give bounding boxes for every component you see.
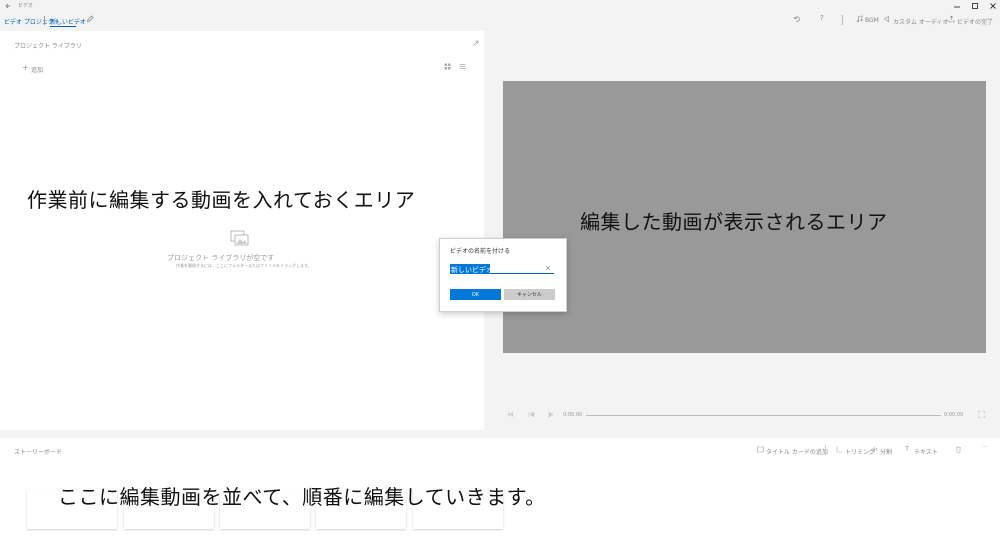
previous-frame-icon[interactable]: [528, 411, 535, 418]
window-title: ビデオ: [18, 3, 34, 9]
empty-library-hint: 作業を開始するには、ここにフォルダーまたはファイルをドラッグします。: [176, 263, 312, 268]
help-icon[interactable]: ?: [820, 14, 824, 22]
clear-input-icon[interactable]: [545, 265, 551, 271]
music-icon: [856, 15, 863, 23]
cancel-button[interactable]: キャンセル: [504, 289, 555, 300]
name-video-dialog: ビデオの名前を付ける 新しいビデオ OK キャンセル: [439, 238, 567, 312]
project-name: 新しいビデオ: [50, 19, 87, 26]
dialog-title: ビデオの名前を付ける: [450, 248, 511, 255]
empty-library-image-icon: [230, 230, 250, 247]
play-icon[interactable]: [547, 411, 554, 418]
more-icon[interactable]: ···: [986, 16, 992, 23]
add-title-card-button[interactable]: タイトル カードの追加: [766, 447, 828, 456]
video-name-value: 新しいビデオ: [451, 266, 493, 274]
maximize-icon[interactable]: [971, 2, 979, 10]
seek-bar[interactable]: [586, 415, 941, 416]
storyboard-annotation: ここに編集動画を並べて、順番に編集していきます。: [58, 485, 546, 509]
export-icon: [948, 15, 955, 23]
storyboard-title: ストーリーボード: [14, 449, 63, 456]
custom-audio-button[interactable]: カスタム オーディオ: [893, 17, 949, 26]
pencil-icon[interactable]: [86, 15, 94, 23]
trim-icon: [836, 446, 843, 453]
add-button[interactable]: 追加: [31, 65, 43, 74]
back-arrow-icon[interactable]: [4, 2, 12, 10]
title-card-icon: [757, 446, 764, 453]
minimize-icon[interactable]: [953, 2, 961, 10]
toolbar-separator: [842, 15, 843, 25]
fullscreen-icon[interactable]: [978, 411, 985, 418]
storyboard-separator: [825, 445, 826, 455]
rewind-icon[interactable]: [507, 411, 514, 418]
top-bar: ビデオ プロジェクト 新しいビデオ ? BGM カスタム オーディオ ビデオの完…: [0, 12, 1000, 30]
library-title: プロジェクト ライブラリ: [14, 43, 82, 50]
close-icon[interactable]: [989, 2, 997, 10]
delete-icon[interactable]: [955, 446, 962, 453]
split-icon: [871, 446, 878, 453]
collapse-icon[interactable]: [472, 40, 479, 47]
ok-button[interactable]: OK: [450, 289, 501, 300]
library-annotation: 作業前に編集する動画を入れておくエリア: [27, 188, 416, 212]
storyboard-more-icon[interactable]: ···: [983, 444, 989, 451]
project-library-panel: プロジェクト ライブラリ + 追加 プロジェクト ライブラリが空です 作業を開始…: [0, 31, 484, 430]
list-view-icon[interactable]: [459, 63, 466, 70]
current-time: 0:00.00: [563, 412, 583, 418]
title-bar: ビデオ: [0, 0, 1000, 12]
add-plus-icon[interactable]: +: [22, 63, 29, 72]
undo-icon[interactable]: [793, 15, 801, 23]
nav-separator: [44, 16, 45, 25]
empty-library-title: プロジェクト ライブラリが空です: [167, 254, 275, 262]
grid-view-icon[interactable]: [444, 63, 451, 70]
text-button[interactable]: テキスト: [914, 447, 938, 456]
preview-annotation: 編集した動画が表示されるエリア: [580, 210, 888, 234]
text-icon: T: [905, 445, 910, 453]
split-button[interactable]: 分割: [880, 447, 892, 456]
bgm-button[interactable]: BGM: [865, 17, 879, 24]
total-time: 0:00.00: [944, 412, 964, 418]
audio-icon: [884, 15, 891, 23]
project-name-underline: [50, 26, 76, 27]
